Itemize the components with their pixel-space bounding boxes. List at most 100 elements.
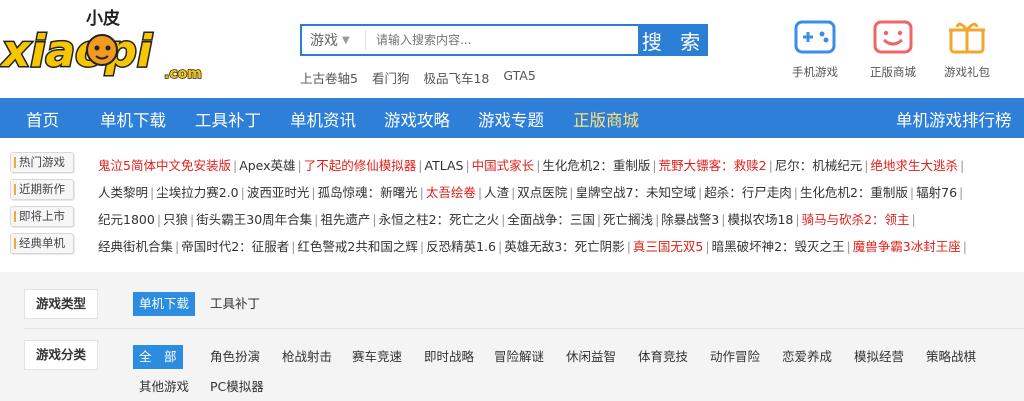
- game-link[interactable]: 中国式家长: [472, 158, 535, 173]
- game-link[interactable]: 太吾绘卷: [426, 185, 476, 200]
- main-nav: 首页 单机下载 工具补丁 单机资讯 游戏攻略 游戏专题 正版商城 单机游戏排行榜: [0, 98, 1024, 138]
- game-link[interactable]: 街头霸王30周年合集: [196, 212, 312, 227]
- site-logo[interactable]: 小皮 xiaopi .com: [0, 4, 220, 84]
- game-link[interactable]: 辐射76: [916, 185, 957, 200]
- game-link[interactable]: 了不起的修仙模拟器: [304, 158, 417, 173]
- category-tag[interactable]: 恋爱养成: [776, 345, 838, 369]
- nav-guides[interactable]: 游戏攻略: [384, 107, 450, 131]
- game-link[interactable]: 祖先遗产: [320, 212, 370, 227]
- category-tag[interactable]: 体育竞技: [632, 345, 694, 369]
- nav-ranking[interactable]: 单机游戏排行榜: [896, 107, 1012, 131]
- game-row-hot: 热门游戏 鬼泣5简体中文免安装版 | Apex英雄 | 了不起的修仙模拟器 | ATLAS |…: [0, 149, 1024, 176]
- nav-topics[interactable]: 游戏专题: [478, 107, 544, 131]
- game-link[interactable]: 波西亚时光: [247, 185, 310, 200]
- category-tag[interactable]: 枪战射击: [276, 345, 338, 369]
- game-link[interactable]: 荒野大镖客：救赎2: [659, 158, 767, 173]
- search-input[interactable]: [366, 27, 638, 53]
- category-tag[interactable]: 模拟经营: [848, 345, 910, 369]
- type-tag[interactable]: 单机下载: [133, 292, 196, 316]
- hot-word-link[interactable]: 上古卷轴5: [300, 68, 358, 87]
- category-tag[interactable]: 即时战略: [418, 345, 480, 369]
- game-link[interactable]: 尼尔：机械纪元: [775, 158, 863, 173]
- category-tag[interactable]: 赛车竞速: [346, 345, 408, 369]
- game-link[interactable]: 反恐精英1.6: [426, 239, 496, 254]
- game-link[interactable]: 人类黎明: [98, 185, 148, 200]
- quick-link-store[interactable]: 正版商城: [858, 18, 928, 80]
- row-items: 经典街机合集 | 帝国时代2：征服者 | 红色警戒2共和国之辉 | 反恐精英1.6 | 英雄无敌…: [98, 236, 969, 255]
- game-link[interactable]: 尘埃拉力赛2.0: [156, 185, 238, 200]
- separator: |: [959, 185, 964, 200]
- separator: |: [846, 239, 851, 254]
- filter-category-label: 游戏分类: [24, 340, 98, 370]
- row-label: 即将上市: [10, 206, 74, 227]
- game-link[interactable]: 只狼: [163, 212, 188, 227]
- game-link[interactable]: 纪元1800: [98, 212, 155, 227]
- separator: |: [419, 185, 424, 200]
- separator: |: [314, 212, 319, 227]
- search-category-select[interactable]: 游戏 ▼: [302, 30, 366, 50]
- game-link[interactable]: 绝地求生大逃杀: [871, 158, 959, 173]
- hot-word-link[interactable]: 极品飞车18: [423, 68, 489, 87]
- separator: |: [372, 212, 377, 227]
- separator: |: [768, 158, 773, 173]
- type-tag[interactable]: 工具补丁: [204, 292, 266, 316]
- separator: |: [864, 158, 869, 173]
- game-link[interactable]: 红色警戒2共和国之辉: [297, 239, 417, 254]
- category-tag[interactable]: 冒险解谜: [488, 345, 550, 369]
- game-link[interactable]: 真三国无双5: [633, 239, 703, 254]
- nav-store[interactable]: 正版商城: [573, 107, 639, 131]
- category-tag[interactable]: 全 部: [133, 345, 183, 369]
- separator: |: [291, 239, 296, 254]
- nav-single-download[interactable]: 单机下载: [100, 107, 166, 131]
- separator: |: [311, 185, 316, 200]
- row-label: 近期新作: [10, 179, 74, 200]
- category-tag[interactable]: PC模拟器: [204, 375, 270, 399]
- game-link[interactable]: 生化危机2：重制版: [542, 158, 650, 173]
- search-button[interactable]: 搜 索: [640, 24, 708, 56]
- category-tag[interactable]: 策略战棋: [920, 345, 982, 369]
- game-link[interactable]: 帝国时代2：征服者: [181, 239, 289, 254]
- category-tag[interactable]: 休闲益智: [560, 345, 622, 369]
- category-tag[interactable]: 其他游戏: [133, 375, 195, 399]
- game-link[interactable]: 模拟农场18: [727, 212, 793, 227]
- filter-panel: 游戏类型 单机下载 工具补丁 游戏分类 全 部角色扮演 枪战射击 赛车竞速 即时战略冒…: [0, 272, 1024, 401]
- game-link[interactable]: 皇牌空战7：未知空域: [576, 185, 696, 200]
- game-link[interactable]: 孤岛惊魂：新曙光: [318, 185, 418, 200]
- game-link[interactable]: 生化危机2：重制版: [800, 185, 908, 200]
- quick-link-mobile-games[interactable]: 手机游戏: [780, 18, 850, 80]
- category-tag[interactable]: 角色扮演: [204, 345, 266, 369]
- category-tag[interactable]: 动作冒险: [704, 345, 766, 369]
- gamepad-icon: [794, 20, 836, 54]
- separator: |: [156, 212, 162, 227]
- hot-word-link[interactable]: 看门狗: [372, 68, 410, 87]
- game-link[interactable]: 魔兽争霸3冰封王座: [853, 239, 961, 254]
- search-category-label: 游戏: [310, 33, 338, 49]
- game-link[interactable]: 超杀：行尸走肉: [704, 185, 792, 200]
- quick-link-gift-pack[interactable]: 游戏礼包: [932, 18, 1002, 80]
- game-link[interactable]: 死亡搁浅: [603, 212, 653, 227]
- row-items: 纪元1800 | 只狼 | 街头霸王30周年合集 | 祖先遗产 | 永恒之柱2：死亡之火 | 全面战…: [98, 209, 918, 228]
- nav-tools-patches[interactable]: 工具补丁: [195, 107, 261, 131]
- game-row-upcoming: 即将上市 纪元1800 | 只狼 | 街头霸王30周年合集 | 祖先遗产 | 永恒之柱2：死亡之…: [0, 203, 1024, 230]
- nav-news[interactable]: 单机资讯: [290, 107, 356, 131]
- separator: |: [501, 212, 506, 227]
- game-link[interactable]: Apex英雄: [239, 158, 295, 173]
- game-link[interactable]: 永恒之柱2：死亡之火: [379, 212, 499, 227]
- game-link[interactable]: 除暴战警3: [661, 212, 719, 227]
- separator: |: [962, 239, 967, 254]
- separator: |: [419, 239, 425, 254]
- game-link[interactable]: 英雄无敌3：死亡阴影: [504, 239, 624, 254]
- game-link[interactable]: 暗黑破坏神2：毁灭之王: [712, 239, 845, 254]
- logo-main-text: xiaopi: [0, 26, 153, 77]
- game-link[interactable]: 双点医院: [517, 185, 567, 200]
- game-link[interactable]: 全面战争：三国: [507, 212, 595, 227]
- game-link[interactable]: 人渣: [484, 185, 509, 200]
- nav-home[interactable]: 首页: [26, 107, 59, 131]
- separator: |: [190, 212, 195, 227]
- site-header: 小皮 xiaopi .com 游戏 ▼ 搜 索 上古卷轴5 看门狗 极品飞车18…: [0, 0, 1024, 98]
- game-link[interactable]: ATLAS: [425, 158, 464, 173]
- game-link[interactable]: 骑马与砍杀2：领主: [802, 212, 910, 227]
- game-link[interactable]: 鬼泣5简体中文免安装版: [98, 158, 231, 173]
- game-link[interactable]: 经典街机合集: [98, 239, 173, 254]
- hot-word-link[interactable]: GTA5: [503, 68, 535, 87]
